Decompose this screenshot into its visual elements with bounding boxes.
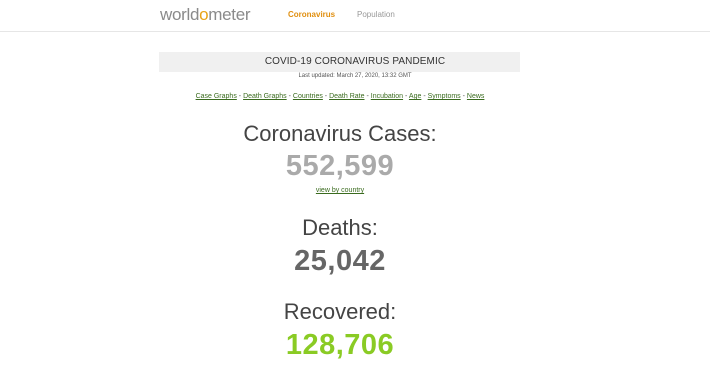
link-countries[interactable]: Countries — [293, 93, 323, 100]
last-updated: Last updated: March 27, 2020, 13:32 GMT — [298, 73, 412, 79]
deaths-label: Deaths: — [302, 215, 378, 240]
link-age[interactable]: Age — [409, 93, 421, 100]
logo-o: o — [199, 5, 209, 24]
deaths-count: 25,042 — [294, 245, 386, 277]
section-links: Case Graphs - Death Graphs - Countries -… — [0, 93, 680, 100]
link-news[interactable]: News — [467, 93, 485, 100]
recovered-label: Recovered: — [283, 299, 397, 324]
top-navbar: worldometer Coronavirus Population — [0, 0, 710, 32]
link-death-graphs[interactable]: Death Graphs — [243, 93, 287, 100]
logo-prefix: world — [160, 5, 200, 24]
link-case-graphs[interactable]: Case Graphs — [196, 93, 237, 100]
link-incubation[interactable]: Incubation — [371, 93, 403, 100]
cases-label: Coronavirus Cases: — [243, 121, 437, 146]
nav-population[interactable]: Population — [357, 10, 395, 19]
link-death-rate[interactable]: Death Rate — [329, 93, 364, 100]
worldometer-logo[interactable]: worldometer — [160, 5, 251, 25]
view-by-country: view by country — [0, 187, 680, 194]
nav-coronavirus[interactable]: Coronavirus — [288, 10, 335, 19]
recovered-count: 128,706 — [285, 329, 395, 361]
view-by-country-link[interactable]: view by country — [316, 187, 364, 194]
logo-suffix: meter — [208, 5, 251, 24]
page-title: COVID-19 CORONAVIRUS PANDEMIC — [264, 56, 446, 67]
cases-count: 552,599 — [285, 150, 395, 182]
link-symptoms[interactable]: Symptoms — [428, 93, 461, 100]
